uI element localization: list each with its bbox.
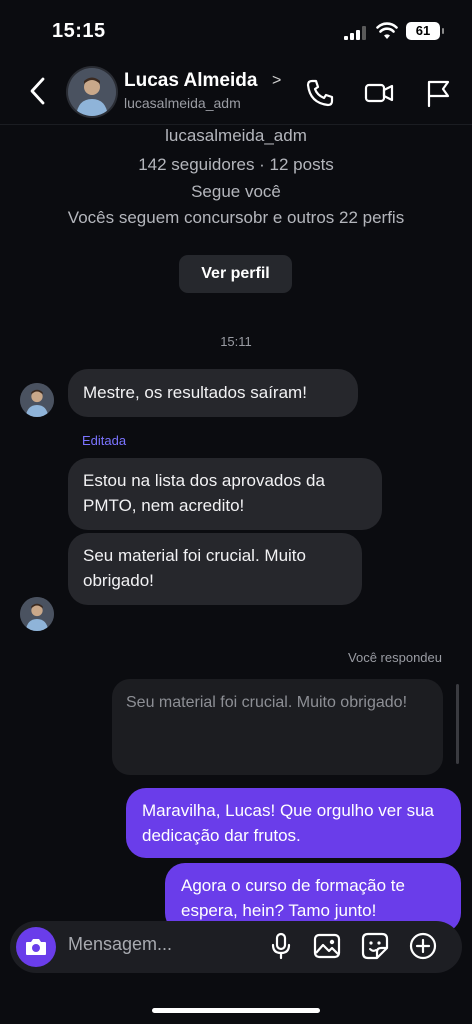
- signal-icon: [344, 26, 366, 40]
- gallery-icon[interactable]: [312, 931, 342, 961]
- flag-icon[interactable]: [424, 78, 454, 108]
- view-profile-button[interactable]: Ver perfil: [179, 255, 292, 293]
- sender-avatar[interactable]: [20, 597, 54, 631]
- message-timestamp: 15:11: [220, 334, 252, 349]
- sender-avatar[interactable]: [20, 383, 54, 417]
- contact-avatar[interactable]: [68, 68, 116, 116]
- phone-icon[interactable]: [305, 78, 335, 108]
- you-replied-label: Você respondeu: [348, 650, 442, 665]
- quote-bar: [456, 684, 459, 764]
- contact-handle[interactable]: lucasalmeida_adm: [124, 95, 241, 111]
- quoted-message[interactable]: Seu material foi crucial. Muito obrigado…: [112, 679, 443, 775]
- camera-icon: [26, 939, 46, 955]
- mutual-follows-text: Vocês seguem concursobr e outros 22 perf…: [67, 208, 405, 227]
- person-avatar-icon: [20, 383, 54, 417]
- contact-name[interactable]: Lucas Almeida: [124, 70, 257, 92]
- status-time: 15:15: [52, 20, 106, 42]
- back-icon[interactable]: [26, 76, 50, 106]
- header-divider: [0, 124, 472, 125]
- follows-you-text: Segue você: [191, 182, 281, 201]
- edited-label: Editada: [82, 433, 127, 448]
- profile-handle: lucasalmeida_adm: [165, 126, 307, 145]
- person-avatar-icon: [20, 597, 54, 631]
- sticker-icon[interactable]: [360, 931, 390, 961]
- person-avatar-icon: [68, 68, 116, 116]
- wifi-icon: [376, 22, 398, 39]
- chevron-right-icon[interactable]: >: [272, 72, 281, 90]
- video-icon[interactable]: [364, 78, 394, 108]
- message-input[interactable]: Mensagem...: [68, 934, 172, 955]
- outgoing-message[interactable]: Maravilha, Lucas! Que orgulho ver sua de…: [126, 788, 461, 858]
- plus-icon[interactable]: [408, 931, 438, 961]
- microphone-icon[interactable]: [266, 931, 296, 961]
- camera-button[interactable]: [16, 927, 56, 967]
- incoming-message[interactable]: Seu material foi crucial. Muito obrigado…: [68, 533, 362, 605]
- battery-indicator: 61: [406, 22, 444, 40]
- profile-stats: 142 seguidores · 12 posts: [138, 155, 334, 174]
- incoming-message[interactable]: Estou na lista dos aprovados da PMTO, ne…: [68, 458, 382, 530]
- home-indicator: [152, 1008, 320, 1013]
- incoming-message[interactable]: Mestre, os resultados saíram!: [68, 369, 358, 417]
